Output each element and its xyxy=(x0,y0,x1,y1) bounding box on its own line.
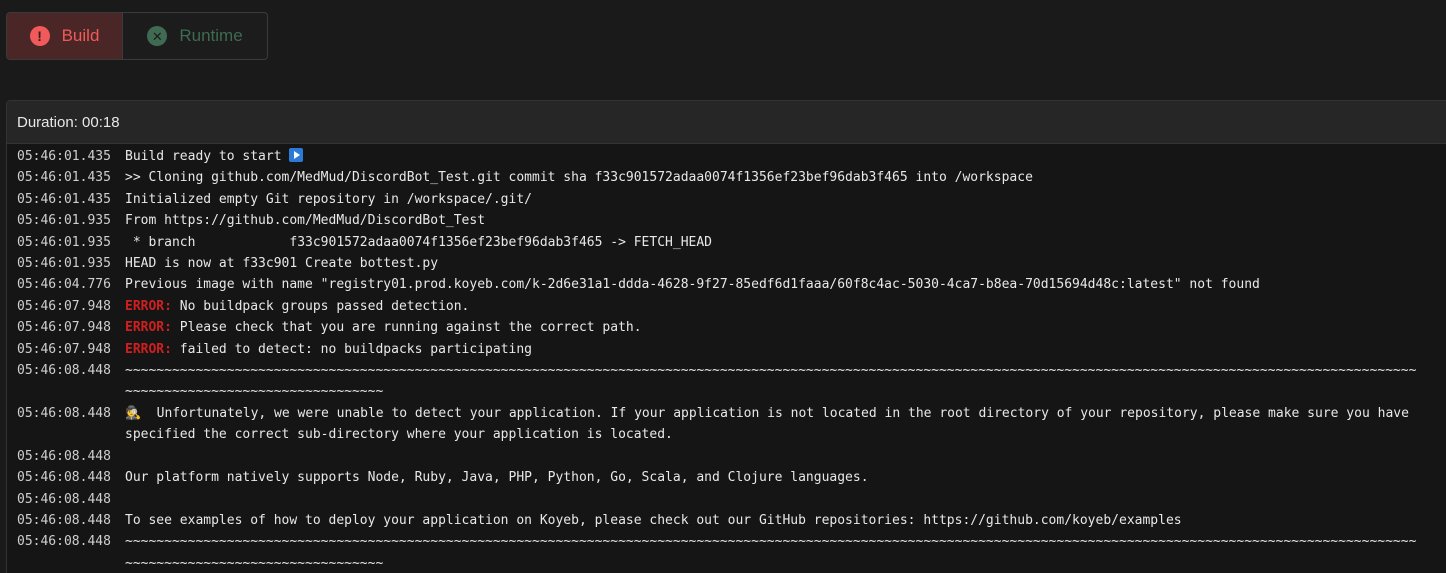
log-text: >> Cloning github.com/MedMud/DiscordBot_… xyxy=(125,170,1033,186)
duration-label: Duration: 00:18 xyxy=(17,113,120,131)
log-message: ~~~~~~~~~~~~~~~~~~~~~~~~~~~~~~~~~~~~~~~~… xyxy=(125,360,1421,403)
log-text: Unfortunately, we were unable to detect … xyxy=(125,405,1417,443)
play-icon xyxy=(289,148,304,162)
log-output: 05:46:01.435 Build ready to start 05:46:0… xyxy=(7,144,1446,573)
log-timestamp: 05:46:08.448 xyxy=(17,405,111,421)
log-message: HEAD is now at f33c901 Create bottest.py xyxy=(125,253,1421,274)
log-type-tabs: ! Build ✕ Runtime xyxy=(6,12,268,60)
log-line: 05:46:01.435 Build ready to start xyxy=(7,146,1446,167)
log-text: HEAD is now at f33c901 Create bottest.py xyxy=(125,256,439,272)
log-timestamp: 05:46:07.948 xyxy=(17,341,111,357)
log-line: 05:46:07.948 ERROR: failed to detect: no … xyxy=(7,339,1446,360)
log-timestamp: 05:46:08.448 xyxy=(17,470,111,486)
log-message: Build ready to start xyxy=(125,146,1421,167)
log-message xyxy=(125,489,1421,510)
log-line: 05:46:08.448 xyxy=(7,489,1446,510)
log-message: Previous image with name "registry01.pro… xyxy=(125,274,1421,295)
log-line: 05:46:08.448 xyxy=(7,446,1446,467)
log-text: From https://github.com/MedMud/DiscordBo… xyxy=(125,213,486,229)
log-timestamp: 05:46:07.948 xyxy=(17,320,111,336)
log-line: 05:46:08.448 ~~~~~~~~~~~~~~~~~~~~~~~~~~~~… xyxy=(7,360,1446,403)
log-timestamp: 05:46:08.448 xyxy=(17,363,111,379)
log-timestamp: 05:46:08.448 xyxy=(17,512,111,528)
tab-runtime[interactable]: ✕ Runtime xyxy=(123,13,267,59)
log-text: Our platform natively supports Node, Rub… xyxy=(125,470,869,486)
error-prefix: ERROR: xyxy=(125,320,172,336)
log-text: ~~~~~~~~~~~~~~~~~~~~~~~~~~~~~~~~~~~~~~~~… xyxy=(125,363,1417,400)
log-timestamp: 05:46:01.435 xyxy=(17,191,111,207)
log-text: Please check that you are running agains… xyxy=(171,320,642,336)
log-message: ERROR: No buildpack groups passed detect… xyxy=(125,296,1421,317)
log-message xyxy=(125,446,1421,467)
log-message: ~~~~~~~~~~~~~~~~~~~~~~~~~~~~~~~~~~~~~~~~… xyxy=(125,531,1421,573)
log-message: Initialized empty Git repository in /wor… xyxy=(125,189,1421,210)
log-text: Build ready to start xyxy=(125,149,290,164)
log-line: 05:46:01.435 >> Cloning github.com/MedMud… xyxy=(7,167,1446,188)
panel-header: Duration: 00:18 xyxy=(7,101,1446,144)
log-text: ~~~~~~~~~~~~~~~~~~~~~~~~~~~~~~~~~~~~~~~~… xyxy=(125,534,1417,571)
log-line: 05:46:01.935 HEAD is now at f33c901 Creat… xyxy=(7,253,1446,274)
log-line: 05:46:01.935 * branch f33c901572adaa0074… xyxy=(7,232,1446,253)
log-timestamp: 05:46:07.948 xyxy=(17,298,111,314)
log-line: 05:46:08.448 🕵 Unfortunately, we were una… xyxy=(7,403,1446,446)
log-timestamp: 05:46:01.435 xyxy=(17,170,111,186)
log-timestamp: 05:46:01.935 xyxy=(17,213,111,229)
log-timestamp: 05:46:08.448 xyxy=(17,448,111,464)
build-log-panel: Duration: 00:18 05:46:01.435 Build ready … xyxy=(6,100,1446,573)
log-timestamp: 05:46:04.776 xyxy=(17,277,111,293)
log-line: 05:46:01.435 Initialized empty Git reposi… xyxy=(7,189,1446,210)
log-line: 05:46:08.448 ~~~~~~~~~~~~~~~~~~~~~~~~~~~~… xyxy=(7,531,1446,573)
log-message: * branch f33c901572adaa0074f1356ef23bef9… xyxy=(125,232,1421,253)
tab-runtime-label: Runtime xyxy=(179,26,243,45)
log-text: * branch f33c901572adaa0074f1356ef23bef9… xyxy=(125,234,713,250)
detective-icon: 🕵 xyxy=(125,405,142,421)
x-circle-icon: ✕ xyxy=(147,26,168,46)
log-text: failed to detect: no buildpacks particip… xyxy=(171,341,532,357)
log-message: Our platform natively supports Node, Rub… xyxy=(125,467,1421,488)
tab-build-label: Build xyxy=(61,26,100,45)
log-line: 05:46:08.448 Our platform natively suppor… xyxy=(7,467,1446,488)
log-timestamp: 05:46:01.935 xyxy=(17,234,111,250)
log-text: Previous image with name "registry01.pro… xyxy=(125,277,1260,293)
tab-build[interactable]: ! Build xyxy=(7,13,123,59)
log-line: 05:46:07.948 ERROR: Please check that you… xyxy=(7,317,1446,338)
log-message: 🕵 Unfortunately, we were unable to detec… xyxy=(125,403,1421,446)
log-text: No buildpack groups passed detection. xyxy=(171,298,470,314)
log-timestamp: 05:46:01.435 xyxy=(17,149,111,164)
log-timestamp: 05:46:08.448 xyxy=(17,491,111,507)
log-line: 05:46:08.448 To see examples of how to de… xyxy=(7,510,1446,531)
alert-circle-icon: ! xyxy=(29,26,50,46)
log-line: 05:46:04.776 Previous image with name "re… xyxy=(7,274,1446,295)
log-timestamp: 05:46:08.448 xyxy=(17,534,111,550)
log-message: To see examples of how to deploy your ap… xyxy=(125,510,1421,531)
log-message: ERROR: Please check that you are running… xyxy=(125,317,1421,338)
log-message: From https://github.com/MedMud/DiscordBo… xyxy=(125,210,1421,231)
log-message: ERROR: failed to detect: no buildpacks p… xyxy=(125,339,1421,360)
log-timestamp: 05:46:01.935 xyxy=(17,256,111,272)
log-line: 05:46:01.935 From https://github.com/MedM… xyxy=(7,210,1446,231)
log-message: >> Cloning github.com/MedMud/DiscordBot_… xyxy=(125,167,1421,188)
log-line: 05:46:07.948 ERROR: No buildpack groups p… xyxy=(7,296,1446,317)
log-text: To see examples of how to deploy your ap… xyxy=(125,512,1182,528)
log-text: Initialized empty Git repository in /wor… xyxy=(125,191,532,207)
error-prefix: ERROR: xyxy=(125,298,172,314)
error-prefix: ERROR: xyxy=(125,341,172,357)
